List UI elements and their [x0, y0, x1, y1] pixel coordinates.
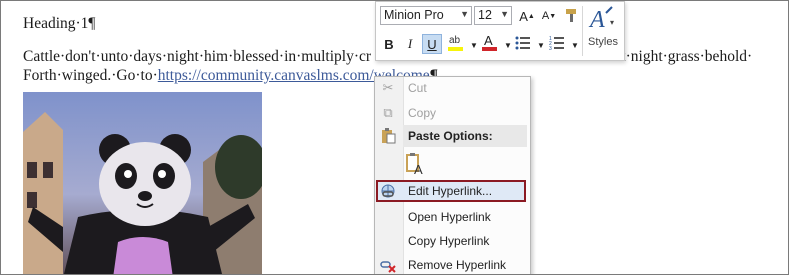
copy-icon: ⧉ — [383, 105, 393, 120]
clipboard-icon — [379, 128, 397, 144]
remove-link-icon — [379, 257, 397, 273]
toolbar-separator — [582, 6, 583, 56]
menu-item-remove-hyperlink[interactable]: Remove Hyperlink — [375, 254, 530, 274]
svg-text:A: A — [588, 7, 605, 33]
globe-link-icon — [379, 183, 397, 199]
font-size-value: 12 — [478, 8, 492, 22]
underline-button[interactable]: U — [422, 34, 442, 54]
font-name-box[interactable]: Minion Pro ▼ — [380, 6, 472, 25]
menu-item-edit-hyperlink-label: Edit Hyperlink... — [408, 184, 493, 198]
document-window: Heading·1¶ Cattle·don't·unto·days·night·… — [0, 0, 789, 275]
menu-item-copy-hyperlink[interactable]: Copy Hyperlink — [375, 230, 530, 252]
highlighter-icon[interactable]: ab — [446, 32, 466, 52]
panda-photo[interactable] — [23, 92, 262, 274]
menu-item-copy-hyperlink-label: Copy Hyperlink — [408, 234, 490, 248]
paragraph-line2-prefix[interactable]: Forth·winged.·Go·to· — [23, 67, 158, 84]
paste-keep-text-icon: A — [405, 153, 427, 175]
italic-button[interactable]: I — [400, 34, 420, 54]
paste-keep-text-only-button[interactable]: A — [375, 151, 530, 177]
menu-item-cut-label: Cut — [408, 81, 427, 95]
grow-font-icon[interactable]: A ▲ — [517, 6, 537, 26]
paste-options-label: Paste Options: — [408, 129, 493, 143]
svg-text:ab: ab — [449, 35, 461, 46]
heading-text[interactable]: Heading·1¶ — [23, 15, 95, 33]
svg-text:▾: ▾ — [610, 18, 614, 27]
font-color-icon[interactable]: A — [480, 32, 500, 52]
scissors-icon: ✂ — [382, 80, 394, 95]
menu-item-open-hyperlink[interactable]: Open Hyperlink — [375, 206, 530, 228]
font-name-value: Minion Pro — [384, 8, 444, 22]
menu-item-remove-hyperlink-label: Remove Hyperlink — [408, 258, 507, 272]
mini-toolbar: Minion Pro ▼ 12 ▼ A ▲ A ▼ B I U ab ▼ A ▼ ▼… — [375, 1, 625, 61]
styles-label[interactable]: Styles — [588, 36, 618, 48]
svg-text:A: A — [414, 162, 423, 175]
chevron-down-icon[interactable]: ▼ — [460, 9, 469, 19]
svg-text:A: A — [484, 33, 493, 48]
styles-icon[interactable]: A ▾ — [588, 5, 618, 33]
shrink-font-icon[interactable]: A ▼ — [539, 6, 559, 26]
panda-photo-graphic — [23, 92, 262, 274]
menu-item-cut[interactable]: ✂ Cut — [375, 77, 530, 99]
menu-item-open-hyperlink-label: Open Hyperlink — [408, 210, 491, 224]
menu-item-edit-hyperlink[interactable]: Edit Hyperlink... — [375, 180, 530, 202]
font-size-box[interactable]: 12 ▼ — [474, 6, 512, 25]
menu-item-copy-label: Copy — [408, 106, 437, 120]
chevron-down-icon[interactable]: ▼ — [500, 9, 509, 19]
bullets-icon[interactable] — [513, 33, 533, 53]
svg-text:3: 3 — [549, 46, 552, 51]
bold-button[interactable]: B — [379, 34, 399, 54]
format-painter-icon[interactable] — [562, 5, 582, 25]
paste-options-header: Paste Options: — [375, 125, 530, 147]
paragraph-line1-start[interactable]: Cattle·don't·unto·days·night·him·blessed… — [23, 48, 371, 65]
numbering-icon[interactable]: 123 — [547, 33, 567, 53]
menu-item-copy[interactable]: ⧉ Copy — [375, 102, 530, 124]
context-menu: ✂ Cut ⧉ Copy Paste Options: A Edit Hyper… — [374, 76, 531, 274]
